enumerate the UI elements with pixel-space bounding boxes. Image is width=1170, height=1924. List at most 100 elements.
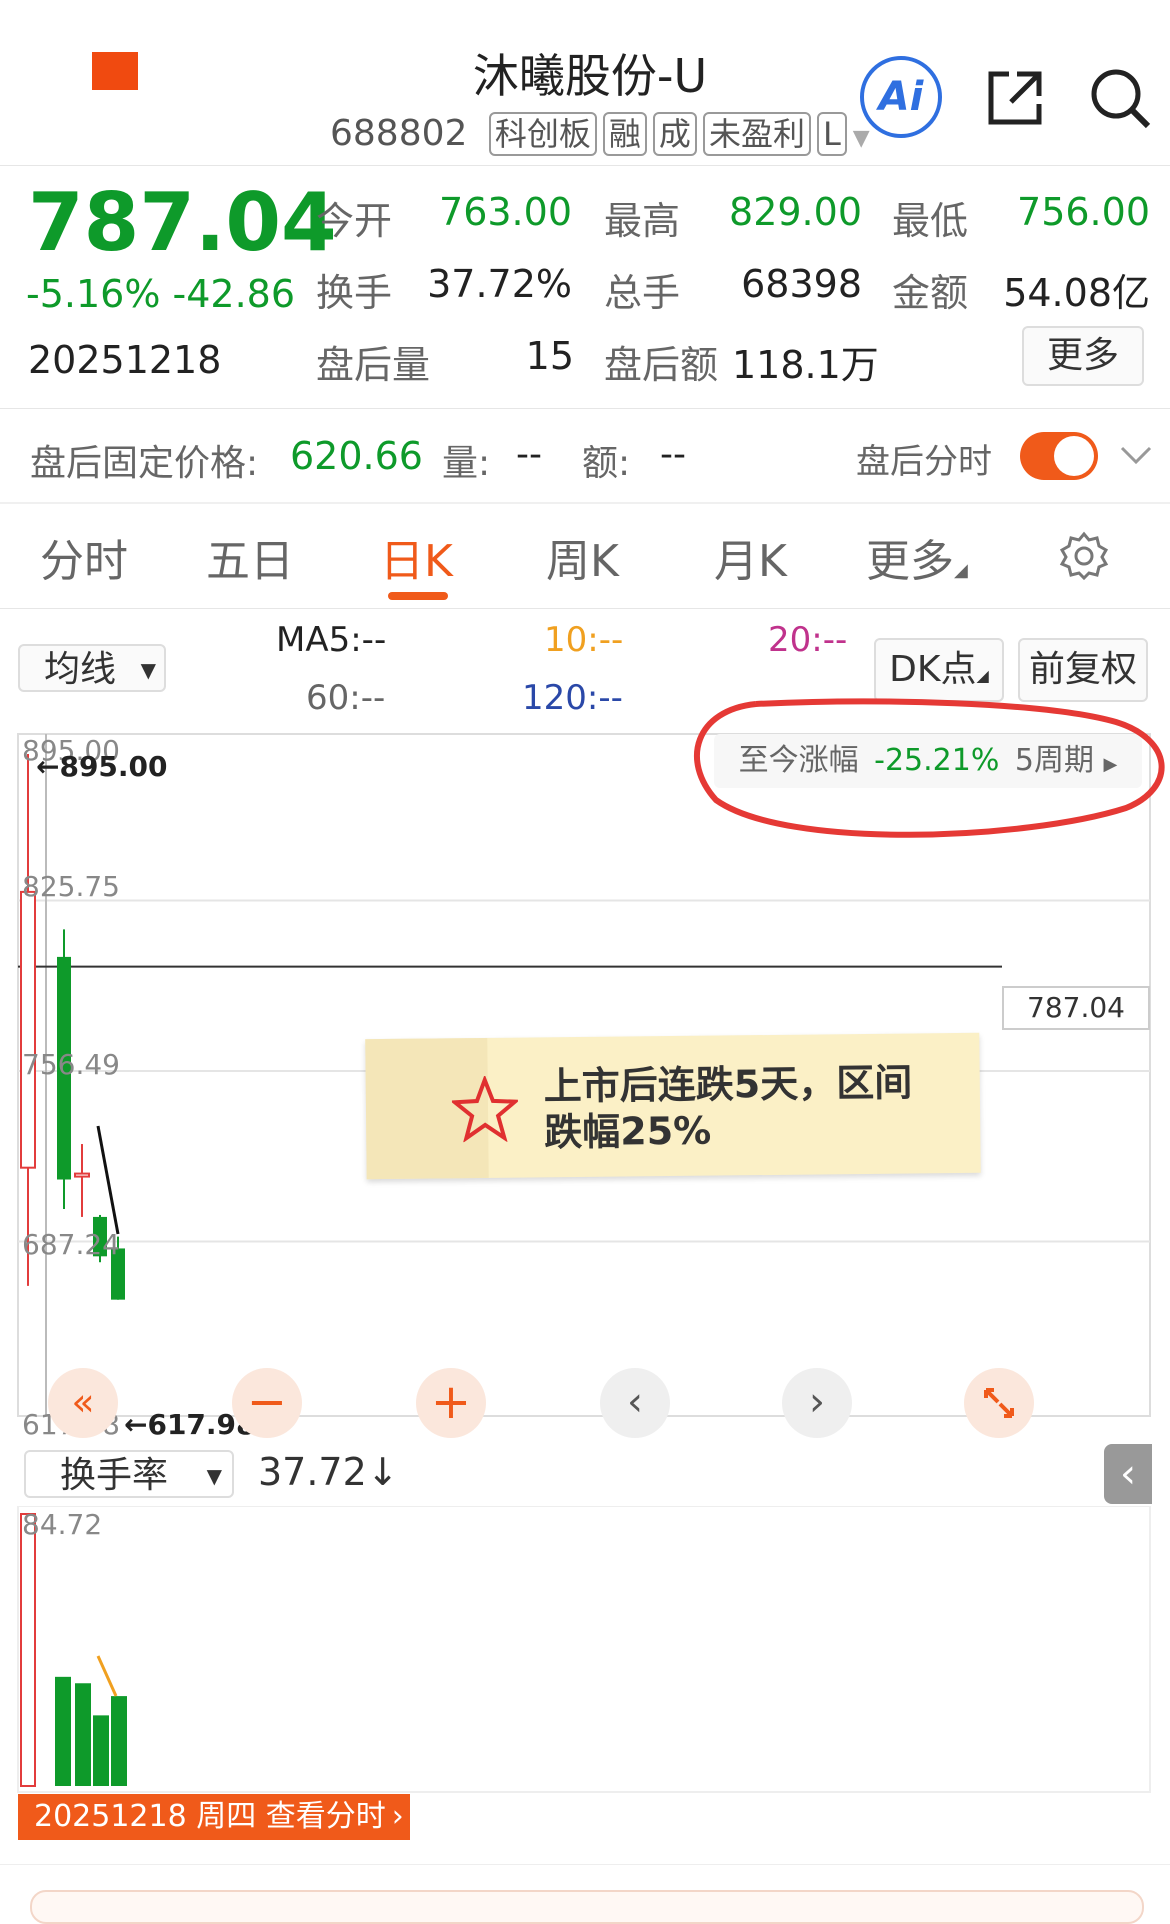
fullscreen-icon[interactable] [964, 1368, 1034, 1438]
red-circle-annotation [694, 698, 1165, 838]
quote-date: 20251218 [28, 338, 222, 382]
scroll-right-button[interactable]: › [782, 1368, 852, 1438]
ai-label: Ai [878, 74, 924, 120]
turnover-select[interactable]: 换手率 ▼ [24, 1450, 234, 1498]
after-amt-value: 118.1万 [732, 343, 879, 387]
bottom-card-edge [30, 1890, 1144, 1924]
afterhours-amt: -- [660, 434, 686, 475]
afterhours-divider [0, 502, 1170, 504]
tab-five-day[interactable]: 五日 [206, 525, 294, 589]
afterhours-toggle-label: 盘后分时 [856, 442, 992, 482]
max-price-marker: ←895.00 [36, 750, 168, 783]
price-change: -5.16% -42.86 [26, 272, 295, 316]
share-icon[interactable] [985, 68, 1045, 128]
turnover-bar [55, 1676, 71, 1786]
star-icon [451, 1075, 519, 1143]
after-vol-label: 盘后量 [316, 343, 431, 387]
y-label-3: 756.49 [22, 1048, 120, 1081]
ma120-label: 120:-- [522, 678, 623, 718]
note-sticker: 上市后连跌5天，区间跌幅25% [365, 1032, 981, 1180]
amount-label: 金额 [892, 271, 969, 315]
zoom-in-button[interactable]: + [416, 1368, 486, 1438]
tab-more[interactable]: 更多◢ [866, 525, 968, 589]
volume-value: 68398 [741, 262, 862, 306]
tag-star-market: 科创板 [488, 112, 597, 156]
afterhours-qty-label: 量: [442, 443, 491, 484]
turnover-bar [93, 1715, 109, 1786]
turnover-dropdown-icon: ▼ [206, 1464, 222, 1488]
tags-dropdown-icon[interactable]: ▼ [853, 126, 870, 151]
view-intraday-button[interactable]: 20251218 周四 查看分时 › [18, 1794, 410, 1840]
bottom-divider [0, 1864, 1170, 1865]
settings-gear-icon[interactable] [1058, 530, 1110, 582]
afterhours-qty: -- [516, 434, 542, 475]
high-value: 829.00 [729, 190, 862, 234]
code-text: 688802 [330, 113, 468, 154]
amount-value: 54.08亿 [1003, 271, 1150, 315]
turnover-top-label: 84.72 [22, 1508, 103, 1541]
low-label: 最低 [892, 199, 969, 243]
stock-code: 688802 科创板融成未盈利 L ▼ [330, 112, 870, 156]
ma10-label: 10:-- [544, 620, 624, 660]
scroll-left-button[interactable]: ‹ [600, 1368, 670, 1438]
note-text: 上市后连跌5天，区间跌幅25% [543, 1060, 913, 1155]
current-price-tag: 787.04 [1002, 986, 1150, 1030]
tag-unprofitable: 未盈利 [702, 112, 811, 156]
change-abs: -42.86 [172, 272, 296, 316]
tag-l: L [816, 112, 847, 156]
tab-weekly-k[interactable]: 周K [546, 525, 619, 589]
header-divider [0, 165, 1170, 166]
turnover-bar [20, 1513, 36, 1787]
tag-margin: 融 [602, 112, 647, 156]
low-value: 756.00 [1017, 190, 1150, 234]
more-quote-button[interactable]: 更多 [1022, 326, 1144, 386]
last-price: 787.04 [28, 176, 337, 269]
ma-select-label: 均线 [44, 649, 117, 690]
tag-component: 成 [652, 112, 697, 156]
turnover-select-label: 换手率 [60, 1455, 169, 1496]
tab-intraday[interactable]: 分时 [40, 525, 128, 589]
jump-start-button[interactable]: « [48, 1368, 118, 1438]
turnover-chart[interactable] [0, 1506, 1170, 1796]
ai-button[interactable]: Ai [860, 56, 942, 138]
volume-label: 总手 [604, 271, 681, 315]
tab-daily-k[interactable]: 日K [380, 525, 453, 589]
y-label-2: 825.75 [22, 870, 120, 903]
change-pct: -5.16% [26, 272, 161, 316]
turnover-frame [17, 1506, 1151, 1793]
tab-more-label: 更多 [866, 536, 954, 587]
y-label-4: 687.24 [22, 1228, 120, 1261]
turnover-bar [111, 1696, 127, 1786]
back-button[interactable] [92, 52, 138, 90]
turnover-value: 37.72↓ [258, 1450, 399, 1494]
dk-caret-icon: ◢ [976, 666, 989, 685]
turnover-label: 换手 [316, 271, 393, 315]
ma-select[interactable]: 均线 ▼ [18, 644, 166, 692]
afterhours-label: 盘后固定价格: [30, 443, 259, 484]
chevron-right-icon: › [391, 1799, 404, 1834]
after-vol-value: 15 [525, 334, 574, 378]
ma20-label: 20:-- [768, 620, 848, 660]
chevron-down-icon[interactable] [1118, 444, 1154, 468]
arrow-down-icon: ↓ [366, 1450, 399, 1494]
turnover-bar [75, 1683, 91, 1786]
candle-body [20, 890, 36, 1169]
afterhours-toggle[interactable] [1020, 432, 1098, 480]
open-value: 763.00 [439, 190, 572, 234]
tab-more-caret-icon: ◢ [954, 560, 968, 581]
tab-monthly-k[interactable]: 月K [714, 525, 787, 589]
turnover-value: 37.72% [427, 262, 572, 306]
active-tab-indicator [388, 592, 448, 600]
quote-divider [0, 408, 1170, 409]
search-icon[interactable] [1088, 66, 1152, 130]
hand-drawn-stroke [96, 1655, 118, 1697]
after-amt-label: 盘后额 [604, 343, 719, 387]
high-label: 最高 [604, 199, 681, 243]
open-label: 今开 [316, 199, 393, 243]
ma-select-dropdown-icon: ▼ [140, 658, 156, 682]
turnover-value-text: 37.72 [258, 1450, 367, 1494]
zoom-out-button[interactable]: − [232, 1368, 302, 1438]
toggle-knob [1054, 436, 1094, 476]
collapse-side-button[interactable]: ‹ [1104, 1444, 1152, 1504]
dk-point-label: DK点 [889, 649, 977, 690]
